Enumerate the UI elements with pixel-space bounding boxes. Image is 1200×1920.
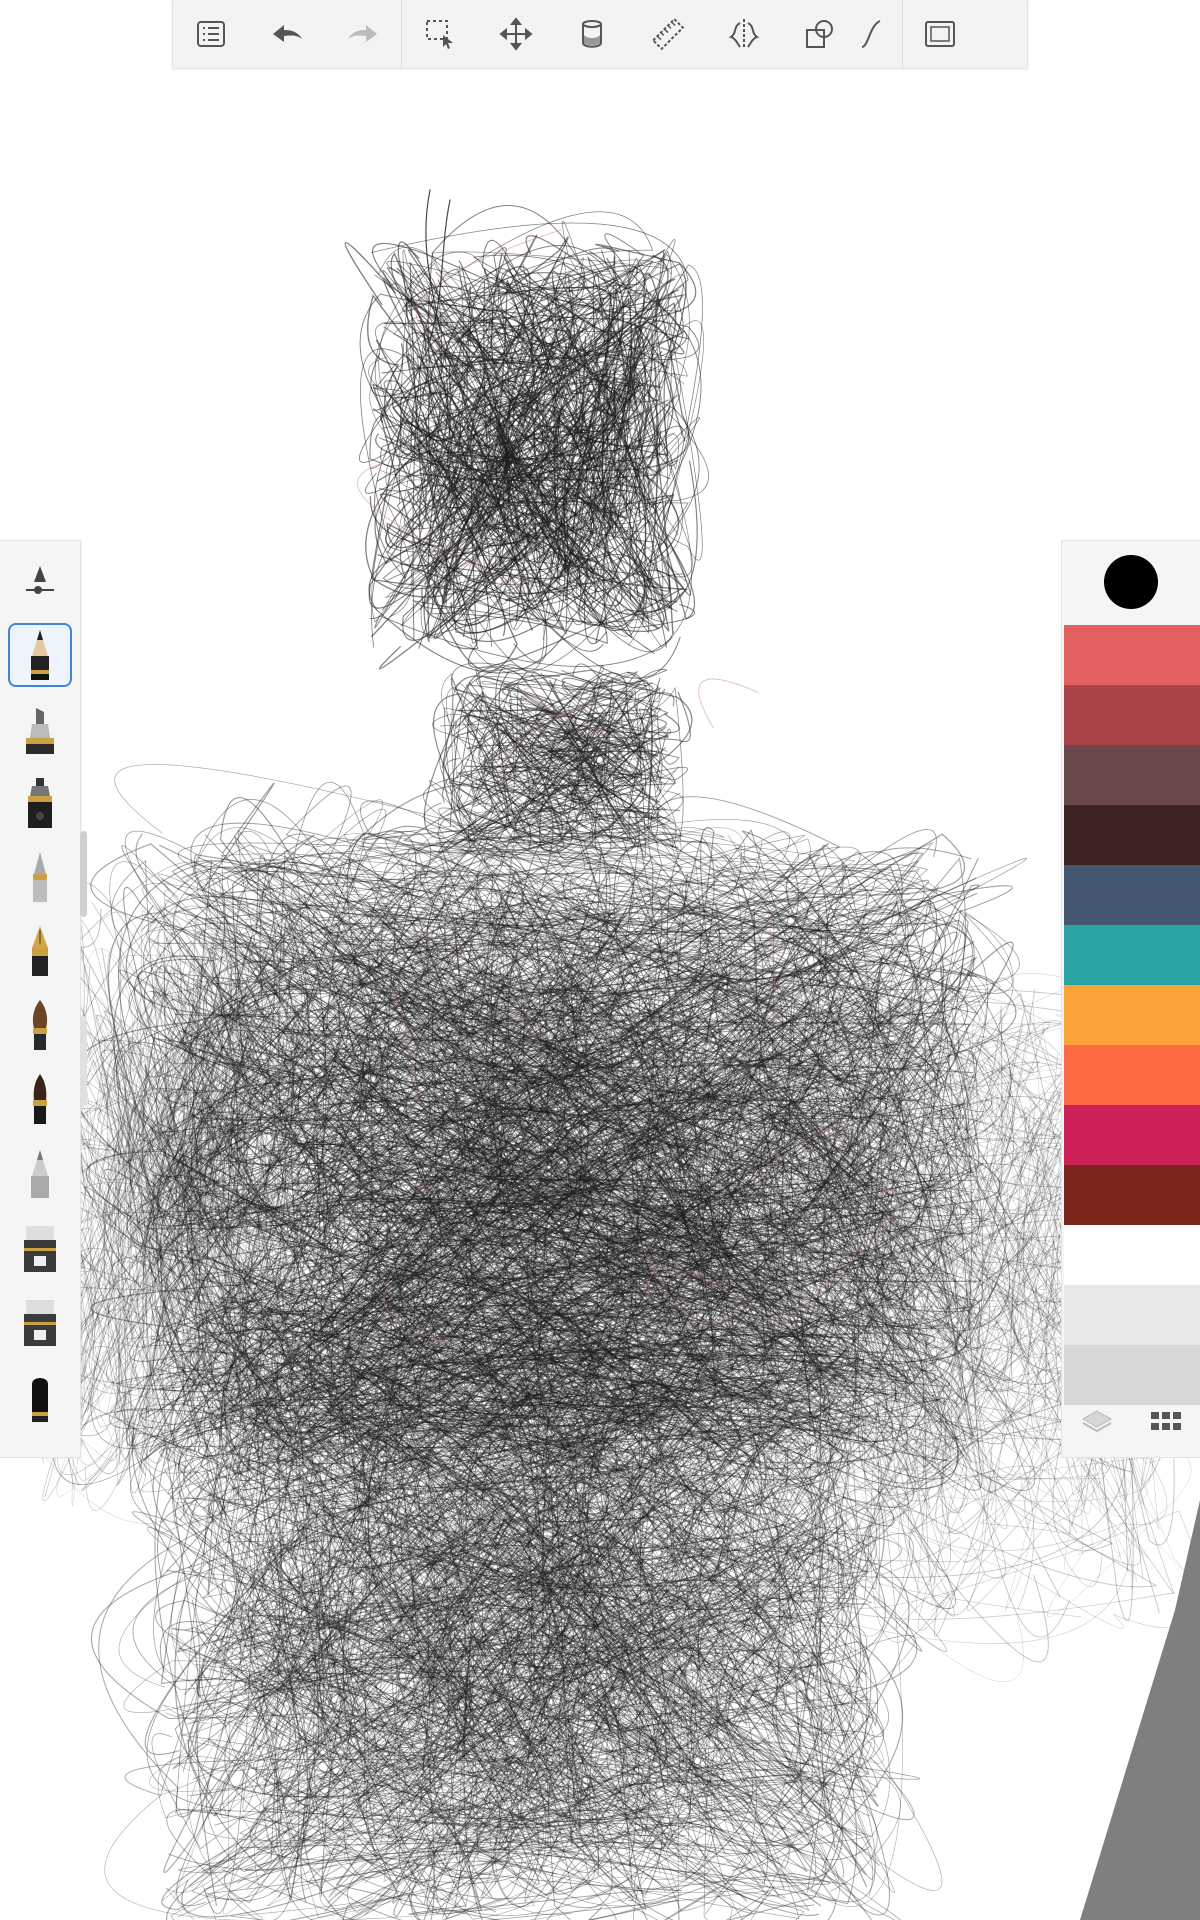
fill-button[interactable]: [554, 0, 630, 68]
color-swatch[interactable]: [1064, 805, 1200, 865]
color-swatch[interactable]: [1064, 1285, 1200, 1345]
ruler-icon: [651, 17, 685, 51]
move-icon: [499, 17, 533, 51]
hard-eraser-icon: [32, 1378, 48, 1422]
menu-button[interactable]: [173, 0, 249, 68]
ballpoint-pen-icon: [33, 852, 47, 902]
soft-eraser-icon: [24, 1300, 56, 1346]
color-panel-footer: [1062, 1385, 1200, 1457]
ink-brush-icon: [33, 1074, 47, 1124]
paint-brush-icon: [32, 1000, 48, 1050]
list-icon: [197, 21, 225, 47]
brush-ink-pen[interactable]: [8, 771, 72, 835]
drawing-canvas[interactable]: [0, 0, 1200, 1920]
brush-pencil[interactable]: [8, 623, 72, 687]
color-grid-icon[interactable]: [1148, 1403, 1184, 1439]
fullscreen-icon: [925, 21, 955, 47]
brush-eraser[interactable]: [8, 1215, 72, 1279]
color-swatch[interactable]: [1064, 985, 1200, 1045]
fountain-pen-icon: [32, 926, 48, 976]
brush-paint-brush[interactable]: [8, 993, 72, 1057]
color-swatch[interactable]: [1064, 625, 1200, 685]
layers-icon[interactable]: [1079, 1403, 1115, 1439]
curve-icon: [861, 20, 881, 48]
brush-palette: [0, 540, 87, 1458]
color-swatch[interactable]: [1064, 865, 1200, 925]
current-color-puck[interactable]: [1104, 555, 1158, 609]
brush-marker[interactable]: [8, 697, 72, 761]
color-swatch[interactable]: [1064, 1045, 1200, 1105]
symmetry-icon: [728, 19, 760, 49]
brush-scrollbar-track[interactable]: [80, 1016, 87, 1106]
undo-button[interactable]: [249, 0, 325, 68]
brush-fountain-pen[interactable]: [8, 919, 72, 983]
brush-airbrush[interactable]: [8, 1141, 72, 1205]
brush-properties-icon: [26, 566, 54, 594]
color-swatch[interactable]: [1064, 685, 1200, 745]
selection-icon: [426, 20, 453, 49]
sketch-artwork: [20, 189, 1200, 1920]
fullscreen-button[interactable]: [903, 0, 977, 68]
history-group: [173, 0, 401, 68]
airbrush-icon: [31, 1150, 49, 1198]
color-swatches: [1064, 625, 1200, 1405]
marker-icon: [26, 708, 54, 754]
shapes-button[interactable]: [782, 0, 858, 68]
redo-icon: [348, 25, 377, 42]
canvas-edge-shape: [1080, 1500, 1200, 1920]
pencil-icon: [31, 630, 49, 680]
color-swatch[interactable]: [1064, 745, 1200, 805]
stroke-button[interactable]: [858, 0, 902, 68]
color-swatch[interactable]: [1064, 1225, 1200, 1285]
brush-hard-eraser[interactable]: [8, 1367, 72, 1431]
shapes-icon: [806, 20, 833, 48]
undo-icon: [273, 25, 302, 42]
brush-soft-eraser[interactable]: [8, 1289, 72, 1353]
paint-bucket-icon: [582, 20, 602, 48]
color-swatch[interactable]: [1064, 1105, 1200, 1165]
ink-pen-icon: [28, 778, 52, 828]
brush-scrollbar[interactable]: [80, 831, 87, 917]
transform-button[interactable]: [478, 0, 554, 68]
color-swatch[interactable]: [1064, 1165, 1200, 1225]
brush-ballpoint[interactable]: [8, 845, 72, 909]
tools-group: [402, 0, 902, 68]
eraser-icon: [24, 1226, 56, 1272]
color-palette: [1061, 540, 1200, 1458]
redo-button[interactable]: [325, 0, 401, 68]
symmetry-button[interactable]: [706, 0, 782, 68]
ruler-button[interactable]: [630, 0, 706, 68]
color-swatch[interactable]: [1064, 925, 1200, 985]
selection-button[interactable]: [402, 0, 478, 68]
top-toolbar: [172, 0, 1028, 69]
brush-properties-button[interactable]: [8, 551, 72, 615]
brush-ink-brush[interactable]: [8, 1067, 72, 1131]
